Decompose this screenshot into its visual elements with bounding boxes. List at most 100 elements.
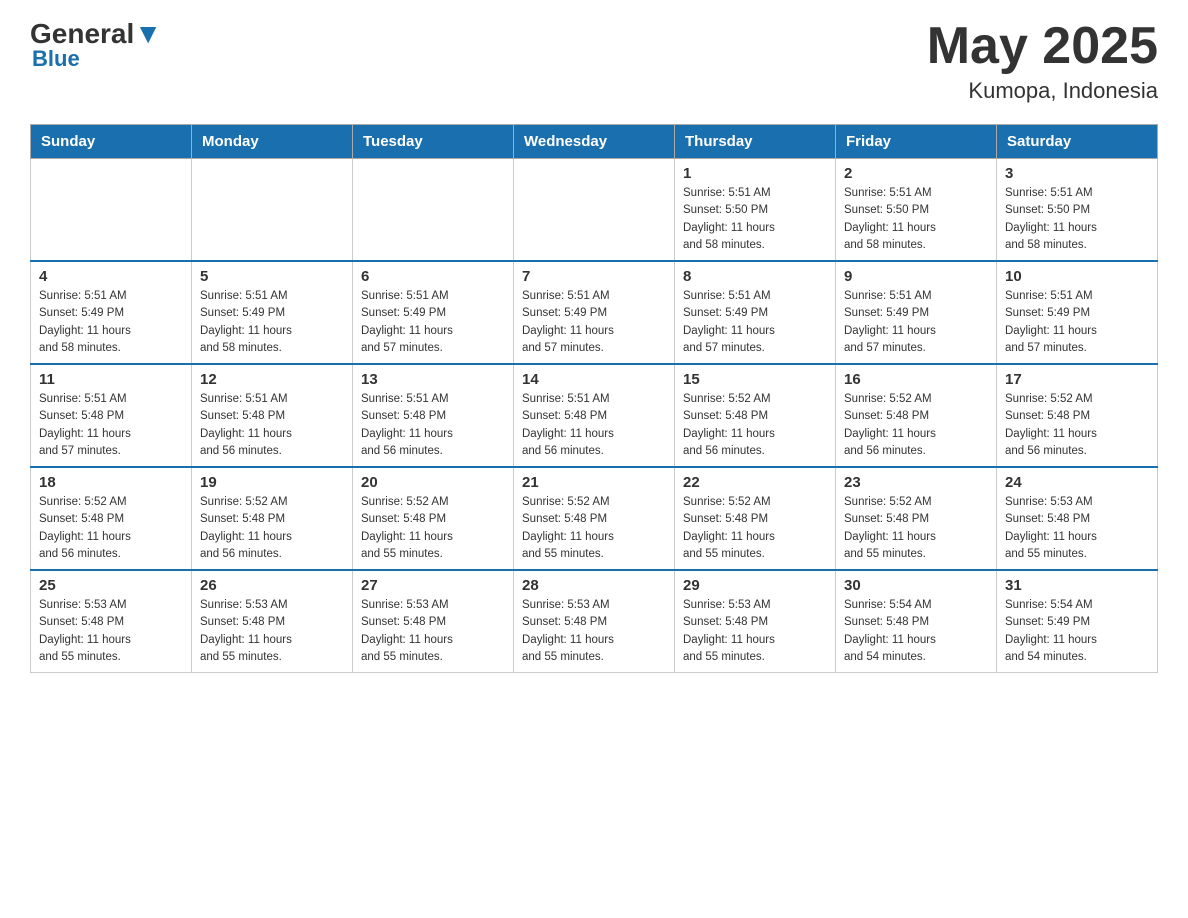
col-tuesday: Tuesday [353, 125, 514, 159]
day-number: 27 [361, 577, 505, 594]
day-number: 2 [844, 165, 988, 182]
table-row: 15 Sunrise: 5:52 AMSunset: 5:48 PMDayligh… [675, 364, 836, 467]
day-number: 13 [361, 371, 505, 388]
day-number: 20 [361, 474, 505, 491]
day-number: 25 [39, 577, 183, 594]
table-row: 28 Sunrise: 5:53 AMSunset: 5:48 PMDayligh… [514, 570, 675, 673]
table-row: 11 Sunrise: 5:51 AMSunset: 5:48 PMDayligh… [31, 364, 192, 467]
table-row: 20 Sunrise: 5:52 AMSunset: 5:48 PMDayligh… [353, 467, 514, 570]
day-number: 18 [39, 474, 183, 491]
day-info: Sunrise: 5:52 AMSunset: 5:48 PMDaylight:… [844, 391, 988, 460]
table-row: 30 Sunrise: 5:54 AMSunset: 5:48 PMDayligh… [836, 570, 997, 673]
col-friday: Friday [836, 125, 997, 159]
day-number: 16 [844, 371, 988, 388]
table-row: 1 Sunrise: 5:51 AMSunset: 5:50 PMDaylight… [675, 159, 836, 262]
table-row: 13 Sunrise: 5:51 AMSunset: 5:48 PMDayligh… [353, 364, 514, 467]
day-number: 7 [522, 268, 666, 285]
table-row: 26 Sunrise: 5:53 AMSunset: 5:48 PMDayligh… [192, 570, 353, 673]
day-info: Sunrise: 5:51 AMSunset: 5:48 PMDaylight:… [361, 391, 505, 460]
calendar-subtitle: Kumopa, Indonesia [927, 78, 1158, 104]
table-row: 12 Sunrise: 5:51 AMSunset: 5:48 PMDayligh… [192, 364, 353, 467]
logo: General▼ Blue [30, 20, 162, 72]
day-number: 23 [844, 474, 988, 491]
calendar-week-row: 4Sunrise: 5:51 AMSunset: 5:49 PMDaylight… [31, 261, 1158, 364]
col-thursday: Thursday [675, 125, 836, 159]
day-info: Sunrise: 5:52 AMSunset: 5:48 PMDaylight:… [683, 391, 827, 460]
calendar-week-row: 1 Sunrise: 5:51 AMSunset: 5:50 PMDaylight… [31, 159, 1158, 262]
day-info: Sunrise: 5:51 AMSunset: 5:50 PMDaylight:… [844, 185, 988, 254]
day-info: Sunrise: 5:52 AMSunset: 5:48 PMDaylight:… [361, 494, 505, 563]
day-info: Sunrise: 5:51 AMSunset: 5:50 PMDaylight:… [683, 185, 827, 254]
day-info: Sunrise: 5:54 AMSunset: 5:49 PMDaylight:… [1005, 597, 1149, 666]
day-info: Sunrise: 5:53 AMSunset: 5:48 PMDaylight:… [522, 597, 666, 666]
day-info: Sunrise: 5:54 AMSunset: 5:48 PMDaylight:… [844, 597, 988, 666]
calendar-table: Sunday Monday Tuesday Wednesday Thursday… [30, 124, 1158, 673]
day-number: 30 [844, 577, 988, 594]
day-number: 17 [1005, 371, 1149, 388]
day-number: 9 [844, 268, 988, 285]
calendar-title: May 2025 [927, 20, 1158, 72]
day-info: Sunrise: 5:52 AMSunset: 5:48 PMDaylight:… [844, 494, 988, 563]
table-row: 9Sunrise: 5:51 AMSunset: 5:49 PMDaylight… [836, 261, 997, 364]
day-info: Sunrise: 5:51 AMSunset: 5:48 PMDaylight:… [200, 391, 344, 460]
page-header: General▼ Blue May 2025 Kumopa, Indonesia [30, 20, 1158, 104]
calendar-week-row: 25 Sunrise: 5:53 AMSunset: 5:48 PMDayligh… [31, 570, 1158, 673]
day-info: Sunrise: 5:51 AMSunset: 5:48 PMDaylight:… [39, 391, 183, 460]
table-row: 14Sunrise: 5:51 AMSunset: 5:48 PMDayligh… [514, 364, 675, 467]
calendar-week-row: 11 Sunrise: 5:51 AMSunset: 5:48 PMDayligh… [31, 364, 1158, 467]
day-number: 12 [200, 371, 344, 388]
table-row: 29Sunrise: 5:53 AMSunset: 5:48 PMDayligh… [675, 570, 836, 673]
table-row [353, 159, 514, 262]
day-number: 21 [522, 474, 666, 491]
table-row: 23 Sunrise: 5:52 AMSunset: 5:48 PMDayligh… [836, 467, 997, 570]
table-row: 16 Sunrise: 5:52 AMSunset: 5:48 PMDayligh… [836, 364, 997, 467]
day-info: Sunrise: 5:53 AMSunset: 5:48 PMDaylight:… [200, 597, 344, 666]
day-number: 5 [200, 268, 344, 285]
day-info: Sunrise: 5:53 AMSunset: 5:48 PMDaylight:… [361, 597, 505, 666]
table-row: 5Sunrise: 5:51 AMSunset: 5:49 PMDaylight… [192, 261, 353, 364]
table-row: 27 Sunrise: 5:53 AMSunset: 5:48 PMDayligh… [353, 570, 514, 673]
logo-triangle-icon: ▼ [134, 18, 162, 49]
day-info: Sunrise: 5:51 AMSunset: 5:50 PMDaylight:… [1005, 185, 1149, 254]
table-row [192, 159, 353, 262]
table-row: 17 Sunrise: 5:52 AMSunset: 5:48 PMDayligh… [997, 364, 1158, 467]
day-number: 22 [683, 474, 827, 491]
table-row: 18 Sunrise: 5:52 AMSunset: 5:48 PMDayligh… [31, 467, 192, 570]
day-info: Sunrise: 5:52 AMSunset: 5:48 PMDaylight:… [683, 494, 827, 563]
col-sunday: Sunday [31, 125, 192, 159]
day-info: Sunrise: 5:51 AMSunset: 5:49 PMDaylight:… [361, 288, 505, 357]
day-info: Sunrise: 5:53 AMSunset: 5:48 PMDaylight:… [39, 597, 183, 666]
day-info: Sunrise: 5:52 AMSunset: 5:48 PMDaylight:… [1005, 391, 1149, 460]
day-number: 24 [1005, 474, 1149, 491]
day-number: 10 [1005, 268, 1149, 285]
calendar-header-row: Sunday Monday Tuesday Wednesday Thursday… [31, 125, 1158, 159]
day-number: 26 [200, 577, 344, 594]
day-info: Sunrise: 5:52 AMSunset: 5:48 PMDaylight:… [200, 494, 344, 563]
day-info: Sunrise: 5:51 AMSunset: 5:49 PMDaylight:… [683, 288, 827, 357]
day-number: 31 [1005, 577, 1149, 594]
day-info: Sunrise: 5:52 AMSunset: 5:48 PMDaylight:… [522, 494, 666, 563]
day-number: 1 [683, 165, 827, 182]
table-row [514, 159, 675, 262]
calendar-week-row: 18 Sunrise: 5:52 AMSunset: 5:48 PMDayligh… [31, 467, 1158, 570]
table-row: 19 Sunrise: 5:52 AMSunset: 5:48 PMDayligh… [192, 467, 353, 570]
day-number: 28 [522, 577, 666, 594]
col-monday: Monday [192, 125, 353, 159]
day-info: Sunrise: 5:52 AMSunset: 5:48 PMDaylight:… [39, 494, 183, 563]
day-info: Sunrise: 5:53 AMSunset: 5:48 PMDaylight:… [683, 597, 827, 666]
table-row: 21 Sunrise: 5:52 AMSunset: 5:48 PMDayligh… [514, 467, 675, 570]
col-wednesday: Wednesday [514, 125, 675, 159]
day-number: 19 [200, 474, 344, 491]
day-number: 11 [39, 371, 183, 388]
table-row: 3Sunrise: 5:51 AMSunset: 5:50 PMDaylight… [997, 159, 1158, 262]
day-number: 15 [683, 371, 827, 388]
day-info: Sunrise: 5:51 AMSunset: 5:49 PMDaylight:… [522, 288, 666, 357]
table-row: 4Sunrise: 5:51 AMSunset: 5:49 PMDaylight… [31, 261, 192, 364]
day-number: 8 [683, 268, 827, 285]
table-row [31, 159, 192, 262]
table-row: 31 Sunrise: 5:54 AMSunset: 5:49 PMDayligh… [997, 570, 1158, 673]
title-block: May 2025 Kumopa, Indonesia [927, 20, 1158, 104]
col-saturday: Saturday [997, 125, 1158, 159]
day-info: Sunrise: 5:51 AMSunset: 5:48 PMDaylight:… [522, 391, 666, 460]
day-number: 6 [361, 268, 505, 285]
